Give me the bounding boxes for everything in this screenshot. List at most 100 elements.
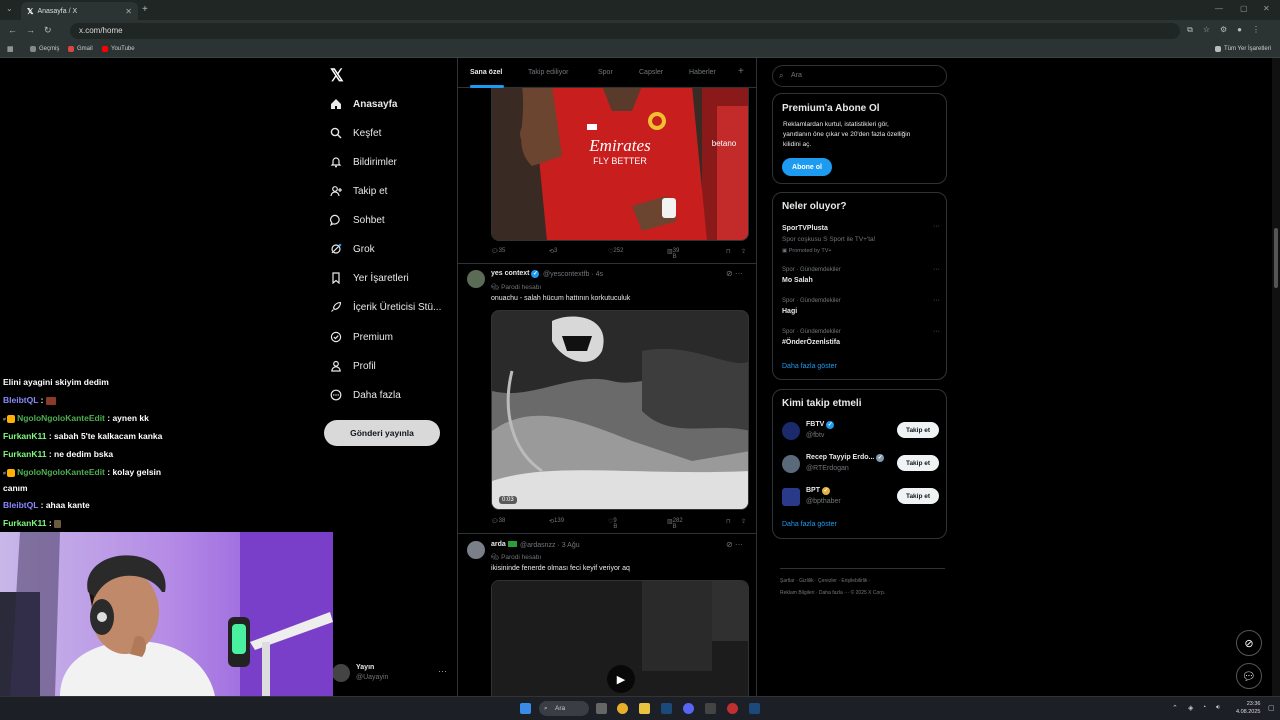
notification-icon[interactable]: ▢ bbox=[1268, 704, 1275, 712]
account-name[interactable]: BPT ✓ bbox=[806, 487, 830, 495]
grok-float-button[interactable]: ⊘ bbox=[1236, 630, 1262, 656]
tweet-author[interactable]: yes context ✓ bbox=[491, 270, 540, 278]
post-button[interactable]: Gönderi yayınla bbox=[324, 420, 440, 446]
star-icon[interactable]: ☆ bbox=[1203, 25, 1210, 35]
more-icon[interactable]: ⊘ ··· bbox=[726, 540, 743, 549]
like-button[interactable]: ♡ 252 bbox=[608, 248, 623, 255]
volume-icon[interactable]: 🔉︎ bbox=[1216, 704, 1220, 712]
cast-icon[interactable]: ⧉ bbox=[1187, 25, 1193, 35]
tray-chevron-icon[interactable]: ⌃ bbox=[1172, 704, 1178, 712]
views-button[interactable]: ▥ 39 B bbox=[667, 248, 679, 260]
steam-icon[interactable] bbox=[749, 703, 760, 714]
apps-icon[interactable]: ▦ bbox=[7, 45, 14, 53]
add-tab-icon[interactable]: + bbox=[738, 66, 744, 77]
avatar[interactable] bbox=[782, 422, 800, 440]
url-input[interactable]: x.com/home bbox=[70, 23, 1180, 39]
tab-news[interactable]: Haberler bbox=[689, 69, 716, 76]
avatar[interactable] bbox=[782, 488, 800, 506]
bookmark-youtube[interactable]: YouTube bbox=[102, 46, 135, 52]
nav-creator-studio[interactable]: İçerik Üreticisi Stü... bbox=[329, 298, 441, 316]
nav-chat[interactable]: Sohbet bbox=[329, 211, 385, 229]
browser-tab[interactable]: 𝕏 Anasayfa / X ✕ bbox=[21, 2, 138, 20]
more-icon[interactable]: ··· bbox=[933, 328, 940, 335]
tab-following[interactable]: Takip ediliyor bbox=[528, 69, 568, 76]
steam-icon[interactable] bbox=[661, 703, 672, 714]
retweet-button[interactable]: ⟲ 139 bbox=[549, 518, 564, 525]
avatar[interactable] bbox=[782, 455, 800, 473]
show-more-link[interactable]: Daha fazla göster bbox=[782, 363, 837, 370]
account-switcher[interactable]: Yayın @Uayayin ··· bbox=[332, 662, 452, 686]
follow-button[interactable]: Takip et bbox=[897, 488, 939, 504]
account-name[interactable]: FBTV ✓ bbox=[806, 421, 835, 429]
reply-button[interactable]: 💬︎ 38 bbox=[491, 518, 505, 525]
bookmark-icon[interactable]: ⊓ bbox=[726, 248, 731, 255]
window-close-icon[interactable]: ✕ bbox=[1263, 4, 1270, 13]
chrome-icon[interactable] bbox=[617, 703, 628, 714]
more-icon[interactable]: ··· bbox=[933, 223, 940, 230]
views-button[interactable]: ▥ 282 B bbox=[667, 518, 683, 530]
tweet-image[interactable]: Emirates FLY BETTER betano bbox=[491, 86, 749, 241]
nav-notifications[interactable]: Bildirimler bbox=[329, 153, 397, 171]
more-icon[interactable]: ··· bbox=[933, 266, 940, 273]
footer-links[interactable]: Şartlar · Gizlilik · Çerezler · Erişileb… bbox=[780, 568, 945, 599]
follow-button[interactable]: Takip et bbox=[897, 455, 939, 471]
tab-for-you[interactable]: Sana özel bbox=[470, 69, 502, 76]
forward-icon[interactable]: → bbox=[26, 25, 35, 35]
tray-app-icon[interactable]: ◈ bbox=[1188, 704, 1193, 712]
more-icon[interactable]: ··· bbox=[438, 666, 447, 676]
avatar[interactable] bbox=[467, 541, 485, 559]
tab-close-icon[interactable]: ✕ bbox=[125, 7, 132, 16]
discord-icon[interactable] bbox=[683, 703, 694, 714]
file-explorer-icon[interactable] bbox=[639, 703, 650, 714]
windows-start-icon[interactable] bbox=[520, 703, 531, 714]
trend-item[interactable]: Mo Salah bbox=[782, 277, 813, 284]
extensions-icon[interactable]: ⚙ bbox=[1220, 25, 1227, 35]
taskbar-search[interactable]: ⌕ Ara bbox=[539, 701, 589, 716]
subscribe-button[interactable]: Abone ol bbox=[782, 158, 832, 176]
nav-premium[interactable]: Premium bbox=[329, 328, 393, 346]
minimize-icon[interactable]: — bbox=[1215, 4, 1223, 13]
trend-item[interactable]: #ÖnderÖzenİstifa bbox=[782, 339, 840, 346]
bookmark-icon[interactable]: ⊓ bbox=[726, 518, 731, 525]
tweet-video[interactable]: ▶ bbox=[491, 580, 749, 696]
more-icon[interactable]: ⊘ ··· bbox=[726, 269, 743, 278]
show-more-link[interactable]: Daha fazla göster bbox=[782, 521, 837, 528]
bookmark-gmail[interactable]: Gmail bbox=[68, 46, 93, 52]
bookmark-gecmis[interactable]: Geçmiş bbox=[30, 46, 59, 52]
menu-icon[interactable]: ⋮ bbox=[1252, 25, 1260, 35]
account-name[interactable]: Recep Tayyip Erdo... ✓ bbox=[806, 454, 885, 462]
scrollbar[interactable] bbox=[1272, 58, 1280, 696]
nav-grok[interactable]: Grok bbox=[329, 240, 375, 258]
trend-item[interactable]: Hagi bbox=[782, 308, 797, 315]
search-input[interactable]: ⌕ Ara bbox=[772, 65, 947, 87]
app-icon[interactable] bbox=[727, 703, 738, 714]
reload-icon[interactable]: ↻ bbox=[44, 25, 52, 36]
share-icon[interactable]: ⇪ bbox=[741, 248, 746, 255]
tweet-author[interactable]: arda bbox=[491, 541, 517, 548]
tweet-video[interactable]: 0:03 bbox=[491, 310, 749, 510]
nav-bookmarks[interactable]: Yer İşaretleri bbox=[329, 269, 409, 287]
messages-float-button[interactable]: 💬︎ bbox=[1236, 663, 1262, 689]
nav-profile[interactable]: Profil bbox=[329, 357, 376, 375]
x-home-logo-icon[interactable]: 𝕏 bbox=[330, 66, 344, 86]
like-button[interactable]: ♡ 9 B bbox=[608, 518, 617, 530]
new-tab-icon[interactable]: + bbox=[142, 4, 148, 15]
tab-list-icon[interactable]: ⌄ bbox=[6, 4, 13, 13]
nav-more[interactable]: Daha fazla bbox=[329, 386, 401, 404]
scrollbar-thumb[interactable] bbox=[1274, 228, 1278, 288]
back-icon[interactable]: ← bbox=[8, 25, 17, 35]
tab-sport[interactable]: Spor bbox=[598, 69, 613, 76]
task-view-icon[interactable] bbox=[596, 703, 607, 714]
maximize-icon[interactable]: ▢ bbox=[1240, 4, 1248, 13]
follow-button[interactable]: Takip et bbox=[897, 422, 939, 438]
reply-button[interactable]: 💬︎ 35 bbox=[491, 248, 505, 255]
nav-follow[interactable]: Takip et bbox=[329, 182, 387, 200]
profile-avatar-icon[interactable]: ● bbox=[1237, 25, 1242, 35]
app-icon[interactable] bbox=[705, 703, 716, 714]
tab-capsler[interactable]: Capsler bbox=[639, 69, 663, 76]
retweet-button[interactable]: ⟲ 3 bbox=[549, 248, 557, 255]
wifi-icon[interactable]: ◔ bbox=[1202, 704, 1206, 711]
trend-item[interactable]: SporTVPlusta bbox=[782, 225, 828, 232]
nav-home[interactable]: Anasayfa bbox=[329, 95, 397, 113]
avatar[interactable] bbox=[467, 270, 485, 288]
